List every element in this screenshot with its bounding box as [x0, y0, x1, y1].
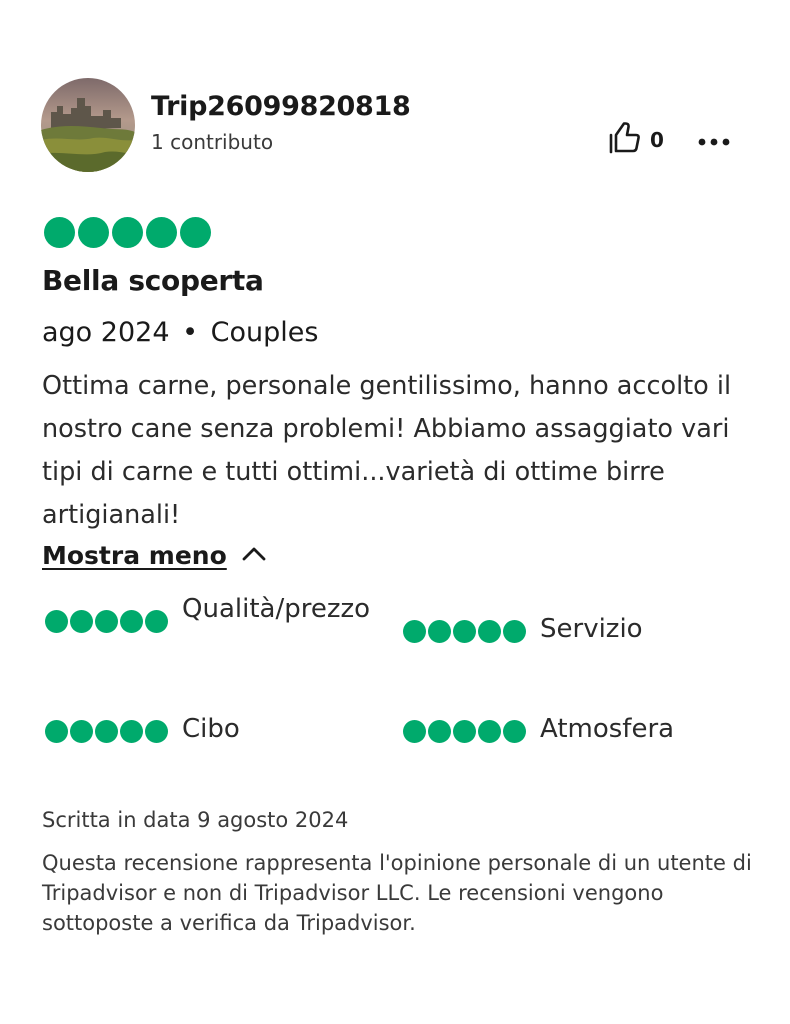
rating-bubble: [95, 720, 118, 743]
sub-rating-service: Servizio: [403, 610, 643, 648]
rating-bubble: [428, 720, 451, 743]
rating-bubble: [478, 620, 501, 643]
rating-bubble: [428, 620, 451, 643]
sub-rating-value: Qualità/prezzo: [45, 590, 382, 633]
avatar[interactable]: [41, 78, 135, 172]
helpful-vote-button[interactable]: 0: [606, 118, 664, 162]
meta-separator: •: [182, 317, 199, 348]
contribution-count: 1 contributo: [151, 130, 274, 154]
visit-date: ago 2024: [42, 317, 170, 348]
rating-bubble: [478, 720, 501, 743]
overall-rating-bubbles: [44, 217, 211, 248]
rating-bubble: [45, 720, 68, 743]
rating-bubble: [45, 610, 68, 633]
rating-bubble: [120, 720, 143, 743]
helpful-vote-count: 0: [650, 128, 664, 152]
review-meta: ago 2024 • Couples: [42, 314, 318, 352]
sub-rating-bubbles: [403, 720, 526, 743]
rating-bubble: [78, 217, 109, 248]
show-less-toggle[interactable]: Mostra meno: [42, 537, 267, 575]
rating-bubble: [453, 620, 476, 643]
sub-rating-label: Servizio: [540, 614, 643, 644]
chevron-up-icon: [241, 546, 267, 566]
review-title: Bella scoperta: [42, 264, 264, 297]
rating-bubble: [95, 610, 118, 633]
rating-bubble: [70, 610, 93, 633]
review-text: Ottima carne, personale gentilissimo, ha…: [42, 371, 732, 530]
rating-bubble: [44, 217, 75, 248]
review-disclaimer: Questa recensione rappresenta l'opinione…: [42, 851, 752, 935]
more-horizontal-icon: [698, 131, 730, 150]
sub-rating-label: Qualità/prezzo: [182, 594, 371, 624]
castle-photo-avatar: [41, 78, 135, 172]
show-less-label: Mostra meno: [42, 541, 227, 570]
sub-rating-bubbles: [45, 720, 168, 743]
written-date: Scritta in data 9 agosto 2024: [42, 808, 349, 832]
sub-rating-label: Cibo: [182, 714, 240, 744]
sub-rating-label: Atmosfera: [540, 714, 675, 744]
rating-bubble: [503, 720, 526, 743]
rating-bubble: [145, 610, 168, 633]
rating-bubble: [403, 720, 426, 743]
rating-bubble: [180, 217, 211, 248]
sub-rating-atmosphere: Atmosfera: [403, 710, 674, 748]
rating-bubble: [453, 720, 476, 743]
rating-bubble: [145, 720, 168, 743]
rating-bubble: [112, 217, 143, 248]
sub-rating-bubbles: [403, 620, 526, 643]
rating-bubble: [503, 620, 526, 643]
rating-bubble: [146, 217, 177, 248]
thumbs-up-icon: [606, 120, 642, 160]
trip-type: Couples: [210, 317, 319, 348]
rating-bubble: [403, 620, 426, 643]
reviewer-username[interactable]: Trip26099820818: [151, 88, 411, 126]
more-options-button[interactable]: [690, 120, 738, 160]
sub-rating-food: Cibo: [45, 710, 240, 748]
rating-bubble: [120, 610, 143, 633]
sub-rating-bubbles: [45, 610, 168, 633]
rating-bubble: [70, 720, 93, 743]
